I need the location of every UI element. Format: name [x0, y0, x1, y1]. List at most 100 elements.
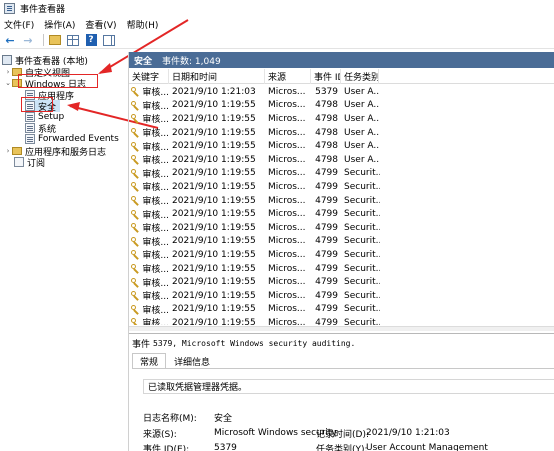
- cell-datetime: 2021/9/10 1:19:55: [172, 180, 265, 194]
- logged-value: 2021/9/10 1:21:03: [366, 428, 450, 438]
- cell-source: Micros...: [268, 221, 311, 235]
- event-count: 事件数: 1,049: [162, 56, 221, 67]
- cell-event-id: 4799: [311, 262, 338, 276]
- cell-source-text: Micros...: [268, 209, 306, 220]
- menu-action[interactable]: 操作(A): [44, 18, 75, 31]
- cell-keyword: 审核...: [131, 153, 169, 167]
- cell-event-id-text: 4799: [315, 222, 338, 233]
- table-row[interactable]: 审核... 2021/9/10 1:19:55 Micros... 4799 Secur…: [129, 316, 380, 325]
- show-action-pane-button[interactable]: [102, 33, 116, 47]
- cell-event-id: 4798: [311, 139, 338, 153]
- cell-event-id: 4799: [311, 275, 338, 289]
- cell-source-text: Micros...: [268, 290, 306, 301]
- cell-task-category-text: User A...: [344, 86, 380, 97]
- cell-task-category-text: Securit...: [344, 304, 380, 315]
- cell-datetime-text: 2021/9/10 1:19:55: [172, 195, 256, 206]
- cell-task-category-text: Securit...: [344, 222, 380, 233]
- expand-arrow-icon[interactable]: ›: [4, 68, 12, 76]
- up-folder-button[interactable]: [48, 33, 62, 47]
- tree-root[interactable]: 事件查看器 (本地): [2, 54, 88, 67]
- help-button[interactable]: ?: [84, 33, 98, 47]
- column-source[interactable]: 来源: [265, 69, 311, 84]
- table-row[interactable]: 审核... 2021/9/10 1:19:55 Micros... 4798 User …: [129, 126, 380, 140]
- highlight-box-windows-logs: [18, 74, 98, 88]
- cell-source-text: Micros...: [268, 141, 306, 152]
- cell-task-category: Securit...: [344, 235, 380, 249]
- forward-arrow-icon[interactable]: →: [21, 33, 35, 47]
- event-detail-panel: 事件 5379, Microsoft Windows security audi…: [129, 333, 554, 451]
- pane-header: 安全 事件数: 1,049: [129, 52, 554, 68]
- table-row[interactable]: 审核... 2021/9/10 1:19:55 Micros... 4798 User …: [129, 153, 380, 167]
- cell-keyword-text: 审核...: [142, 251, 169, 262]
- table-row[interactable]: 审核... 2021/9/10 1:19:55 Micros... 4799 Secur…: [129, 275, 380, 289]
- key-icon: [131, 114, 139, 123]
- cell-datetime: 2021/9/10 1:19:55: [172, 275, 265, 289]
- table-row[interactable]: 审核... 2021/9/10 1:19:55 Micros... 4799 Secur…: [129, 303, 380, 317]
- column-event-id[interactable]: 事件 ID: [311, 69, 341, 84]
- key-icon: [131, 196, 139, 205]
- cell-datetime: 2021/9/10 1:19:55: [172, 139, 265, 153]
- cell-keyword-text: 审核...: [142, 224, 169, 235]
- table-row[interactable]: 审核... 2021/9/10 1:19:55 Micros... 4799 Secur…: [129, 194, 380, 208]
- menu-file[interactable]: 文件(F): [4, 18, 34, 31]
- column-datetime[interactable]: 日期和时间: [169, 69, 265, 84]
- table-row[interactable]: 审核... 2021/9/10 1:19:55 Micros... 4799 Secur…: [129, 235, 380, 249]
- navigation-tree: 事件查看器 (本地) › 自定义视图 ⌄ Windows 日志 应用程序 安全 …: [0, 52, 127, 451]
- cell-datetime-text: 2021/9/10 1:19:55: [172, 100, 256, 111]
- cell-datetime: 2021/9/10 1:19:55: [172, 316, 265, 325]
- tab-details[interactable]: 详细信息: [166, 353, 218, 369]
- table-row[interactable]: 审核... 2021/9/10 1:19:55 Micros... 4799 Secur…: [129, 207, 380, 221]
- cell-datetime-text: 2021/9/10 1:19:55: [172, 154, 256, 165]
- cell-event-id: 4799: [311, 207, 338, 221]
- cell-task-category-text: Securit...: [344, 181, 380, 192]
- table-row[interactable]: 审核... 2021/9/10 1:19:55 Micros... 4799 Secur…: [129, 262, 380, 276]
- cell-source: Micros...: [268, 112, 311, 126]
- table-row[interactable]: 审核... 2021/9/10 1:19:55 Micros... 4799 Secur…: [129, 167, 380, 181]
- cell-datetime: 2021/9/10 1:19:55: [172, 99, 265, 113]
- highlight-box-security: [21, 97, 53, 112]
- cell-keyword: 审核...: [131, 303, 169, 317]
- table-row[interactable]: 审核... 2021/9/10 1:19:55 Micros... 4799 Secur…: [129, 289, 380, 303]
- back-arrow-icon[interactable]: ←: [3, 33, 17, 47]
- collapse-arrow-icon[interactable]: ⌄: [4, 79, 12, 87]
- pane-log-name: 安全: [134, 56, 153, 67]
- cell-datetime-text: 2021/9/10 1:19:55: [172, 141, 256, 152]
- cell-event-id-text: 4799: [315, 249, 338, 260]
- cell-source: Micros...: [268, 139, 311, 153]
- cell-event-id-text: 4799: [315, 168, 338, 179]
- cell-datetime: 2021/9/10 1:19:55: [172, 126, 265, 140]
- show-scope-button[interactable]: [66, 33, 80, 47]
- table-row[interactable]: 审核... 2021/9/10 1:19:55 Micros... 4799 Secur…: [129, 221, 380, 235]
- table-row[interactable]: 审核... 2021/9/10 1:19:55 Micros... 4798 User …: [129, 112, 380, 126]
- folder-icon: [12, 147, 22, 155]
- table-row[interactable]: 审核... 2021/9/10 1:19:55 Micros... 4798 User …: [129, 139, 380, 153]
- table-row[interactable]: 审核... 2021/9/10 1:19:55 Micros... 4799 Secur…: [129, 248, 380, 262]
- key-icon: [131, 304, 139, 314]
- cell-source-text: Micros...: [268, 113, 306, 124]
- expand-arrow-icon[interactable]: ›: [4, 147, 12, 155]
- table-row[interactable]: 审核... 2021/9/10 1:21:03 Micros... 5379 User …: [129, 85, 380, 99]
- key-icon: [131, 182, 139, 191]
- cell-keyword: 审核...: [131, 180, 169, 194]
- menu-help[interactable]: 帮助(H): [127, 18, 159, 31]
- key-icon: [131, 318, 139, 325]
- tree-item-forwarded-events[interactable]: Forwarded Events: [25, 133, 119, 145]
- table-row[interactable]: 审核... 2021/9/10 1:19:55 Micros... 4798 User …: [129, 99, 380, 113]
- cell-source: Micros...: [268, 153, 311, 167]
- column-keyword[interactable]: 关键字: [129, 69, 169, 84]
- cell-keyword-text: 审核...: [142, 292, 169, 303]
- cell-keyword-text: 审核...: [142, 319, 169, 325]
- toolbar: ← → ?: [0, 32, 554, 49]
- tree-item-subscriptions[interactable]: 订阅: [14, 156, 45, 169]
- cell-datetime-text: 2021/9/10 1:19:55: [172, 263, 256, 274]
- menu-view[interactable]: 查看(V): [85, 18, 116, 31]
- table-row[interactable]: 审核... 2021/9/10 1:19:55 Micros... 4799 Secur…: [129, 180, 380, 194]
- tab-general[interactable]: 常规: [132, 353, 167, 369]
- cell-event-id-text: 4798: [315, 100, 338, 111]
- cell-event-id: 4799: [311, 235, 338, 249]
- column-task-category[interactable]: 任务类别: [341, 69, 379, 84]
- horizontal-scrollbar[interactable]: [129, 326, 554, 331]
- cell-event-id-text: 4799: [315, 290, 338, 301]
- cell-event-id: 4799: [311, 316, 338, 325]
- general-tab-body: 已读取凭据管理器凭据。 日志名称(M): 安全 来源(S): Microsoft…: [132, 368, 554, 451]
